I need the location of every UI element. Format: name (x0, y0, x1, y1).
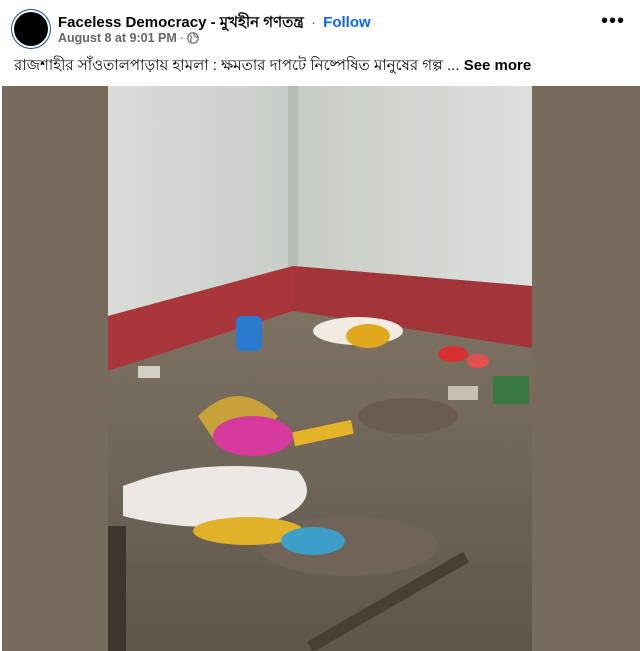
post-media[interactable] (2, 86, 640, 651)
post-photo[interactable] (108, 86, 532, 651)
post-timestamp[interactable]: August 8 at 9:01 PM (58, 31, 177, 45)
page-avatar[interactable] (14, 12, 48, 46)
page-name[interactable]: Faceless Democracy - মুখহীন গণতন্ত্র (58, 14, 304, 31)
post-caption: রাজশাহীর সাঁওতালপাড়ায় হামলা : ক্ষমতার … (14, 56, 629, 76)
post-card: Faceless Democracy - মুখহীন গণতন্ত্র · F… (0, 0, 643, 651)
see-more-link[interactable]: See more (464, 57, 532, 74)
follow-button[interactable]: Follow (323, 14, 371, 31)
meta-separator: · (179, 31, 184, 45)
post-meta: August 8 at 9:01 PM · (58, 31, 199, 45)
name-separator: · (310, 14, 316, 31)
globe-icon[interactable] (187, 32, 199, 44)
more-options-icon[interactable]: ••• (601, 11, 625, 31)
caption-text: রাজশাহীর সাঁওতালপাড়ায় হামলা : ক্ষমতার … (14, 57, 460, 74)
post-header: Faceless Democracy - মুখহীন গণতন্ত্র · F… (0, 0, 643, 54)
